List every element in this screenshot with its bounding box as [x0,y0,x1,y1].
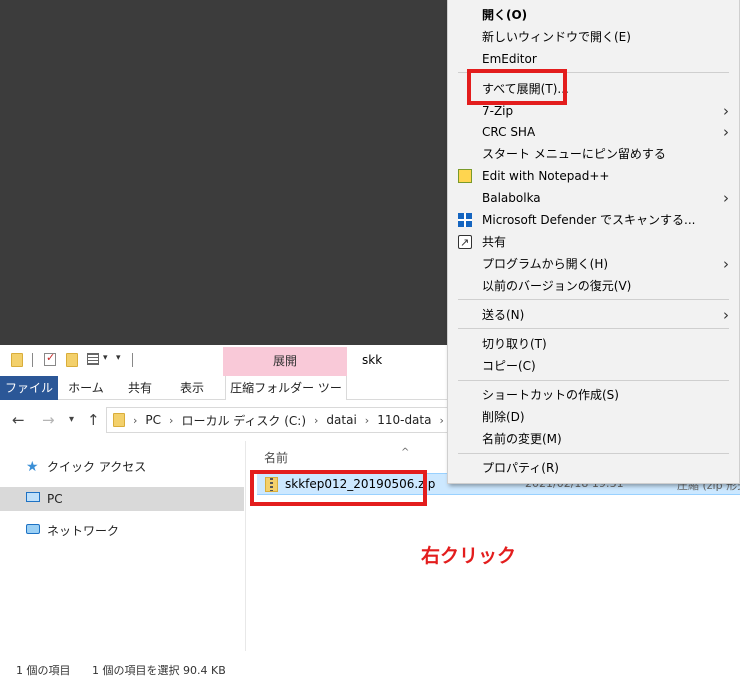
menu-item-label: 削除(D) [482,410,525,424]
tab-share[interactable]: 共有 [116,376,164,400]
star-icon: ★ [26,459,39,475]
breadcrumb-pc[interactable]: PC [145,413,161,427]
menu-item-emeditor[interactable]: EmEditor [448,48,739,70]
breadcrumb-local-disk[interactable]: ローカル ディスク (C:) [181,412,306,429]
menu-item-label: プロパティ(R) [482,461,559,475]
menu-item-label: CRC SHA [482,125,536,139]
forward-arrow-icon[interactable]: → [42,411,55,429]
menu-item-label: スタート メニューにピン留めする [482,147,666,161]
menu-item-pin-to-start[interactable]: スタート メニューにピン留めする [448,143,739,165]
menu-item-restore-previous-versions[interactable]: 以前のバージョンの復元(V) [448,275,739,297]
menu-separator [458,453,729,454]
menu-item-open-with[interactable]: プログラムから開く(H) › [448,253,739,275]
chevron-right-icon: › [439,413,444,427]
menu-item-label: ショートカットの作成(S) [482,388,619,402]
address-box[interactable]: › PC › ローカル ディスク (C:) › datai › 110-data… [106,407,472,433]
folder-icon[interactable] [11,353,23,367]
menu-item-properties[interactable]: プロパティ(R) [448,457,739,479]
nav-item-label: PC [47,492,63,506]
chevron-right-icon: › [133,413,138,427]
recent-locations-chevron-icon[interactable]: ▾ [69,414,74,425]
breadcrumb-110-data[interactable]: 110-data [377,413,431,427]
menu-item-label: 名前の変更(M) [482,432,562,446]
right-click-annotation: 右クリック [421,545,517,567]
column-header-name-label: 名前 [264,451,289,465]
chevron-right-icon: › [364,413,370,427]
menu-item-label: Edit with Notepad++ [482,169,610,183]
contextual-tab-group-label: 展開 [272,354,297,368]
sort-ascending-icon: ^ [401,447,410,458]
menu-separator [458,299,729,300]
column-header-name[interactable]: 名前 ^ [264,447,409,466]
customize-dropdown-icon[interactable]: ▾ [116,353,121,363]
chevron-right-icon: › [723,123,729,141]
nav-item-label: クイック アクセス [47,460,147,474]
menu-item-label: 共有 [482,235,507,249]
status-item-count: 1 個の項目 [16,664,71,677]
menu-item-open[interactable]: 開く(O) [448,4,739,26]
chevron-right-icon: › [723,102,729,120]
chevron-right-icon: › [723,306,729,324]
breadcrumb: › PC › ローカル ディスク (C:) › datai › 110-data… [133,408,472,432]
defender-icon [458,213,472,227]
pc-icon [26,492,40,502]
contextual-tab-group: 展開 [223,347,347,376]
network-icon [26,524,40,534]
tab-file[interactable]: ファイル [0,376,58,400]
toolbar-divider [32,353,33,367]
menu-item-defender-scan[interactable]: Microsoft Defender でスキャンする... [448,209,739,231]
menu-item-create-shortcut[interactable]: ショートカットの作成(S) [448,384,739,406]
menu-item-crc-sha[interactable]: CRC SHA › [448,121,739,143]
menu-item-label: 以前のバージョンの復元(V) [482,279,632,293]
back-arrow-icon[interactable]: ← [12,411,25,429]
menu-item-cut[interactable]: 切り取り(T) [448,333,739,355]
up-arrow-icon[interactable]: ↑ [87,411,100,429]
menu-item-edit-with-notepad-plus-plus[interactable]: Edit with Notepad++ [448,165,739,187]
menu-item-label: Microsoft Defender でスキャンする... [482,213,696,227]
menu-item-copy[interactable]: コピー(C) [448,355,739,377]
menu-item-open-new-window[interactable]: 新しいウィンドウで開く(E) [448,26,739,48]
menu-item-label: 切り取り(T) [482,337,547,351]
nav-item-network[interactable]: ネットワーク [0,519,244,543]
menu-item-label: プログラムから開く(H) [482,257,609,271]
chevron-right-icon: › [169,413,174,427]
navigation-pane: ★ クイック アクセス PC ネットワーク [0,441,246,651]
menu-separator [458,328,729,329]
chevron-right-icon: › [723,255,729,273]
status-selection: 1 個の項目を選択 90.4 KB [92,664,226,677]
menu-item-send-to[interactable]: 送る(N) › [448,304,739,326]
chevron-right-icon: › [314,413,319,427]
view-icon[interactable] [87,353,99,365]
breadcrumb-datai[interactable]: datai [326,413,356,427]
menu-item-label: EmEditor [482,52,537,66]
window-title: skk [362,353,383,367]
tab-compressed-folder-tools[interactable]: 圧縮フォルダー ツール [225,376,347,419]
menu-item-label: 送る(N) [482,308,525,322]
nav-item-pc[interactable]: PC [0,487,244,511]
menu-item-label: 開く(O) [482,8,528,22]
status-bar: 1 個の項目 1 個の項目を選択 90.4 KB [0,651,740,681]
chevron-down-icon[interactable]: ▾ [103,353,108,363]
toolbar-divider [132,353,133,367]
menu-item-delete[interactable]: 削除(D) [448,406,739,428]
menu-item-balabolka[interactable]: Balabolka › [448,187,739,209]
menu-separator [458,380,729,381]
folder-icon [113,413,125,427]
new-folder-icon[interactable] [66,353,78,367]
nav-item-label: ネットワーク [47,524,120,538]
properties-icon[interactable] [44,351,56,366]
menu-item-label: Balabolka [482,191,541,205]
tab-view[interactable]: 表示 [168,376,216,400]
menu-item-rename[interactable]: 名前の変更(M) [448,428,739,450]
notepad-plus-plus-icon [458,169,472,183]
menu-item-label: 新しいウィンドウで開く(E) [482,30,631,44]
chevron-right-icon: › [723,189,729,207]
extract-all-highlight-box [467,69,567,105]
share-icon [458,232,472,254]
tab-home[interactable]: ホーム [62,376,110,400]
nav-item-quick-access[interactable]: ★ クイック アクセス [0,455,244,479]
menu-item-label: コピー(C) [482,359,536,373]
menu-item-share[interactable]: 共有 [448,231,739,254]
file-highlight-box [250,470,427,506]
